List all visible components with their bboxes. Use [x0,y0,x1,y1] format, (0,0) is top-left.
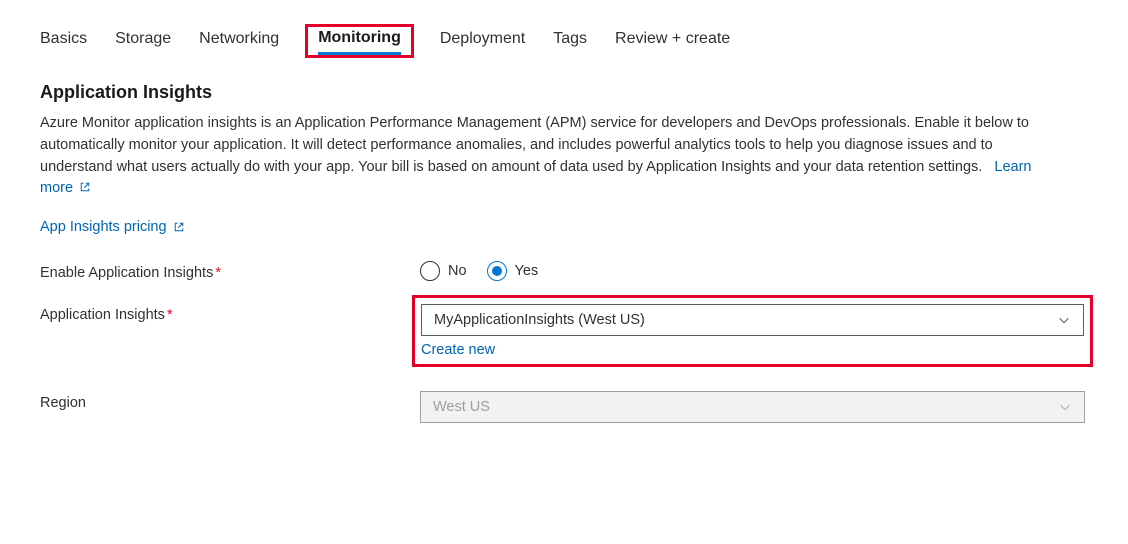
enable-label-text: Enable Application Insights [40,265,213,281]
tab-bar: Basics Storage Networking Monitoring Dep… [40,30,1088,56]
field-enable-app-insights: Enable Application Insights* No Yes [40,261,1088,281]
highlight-app-insights-field: MyApplicationInsights (West US) Create n… [412,295,1093,367]
field-app-insights-resource: Application Insights* MyApplicationInsig… [40,303,1088,381]
section-title: Application Insights [40,82,1088,103]
region-dropdown: West US [420,391,1085,423]
external-link-icon [79,181,91,193]
tab-review-create[interactable]: Review + create [615,30,730,56]
chevron-down-icon [1057,313,1071,327]
tab-storage[interactable]: Storage [115,30,171,56]
tab-deployment[interactable]: Deployment [440,30,525,56]
chevron-down-icon [1058,400,1072,414]
field-label: Application Insights* [40,303,420,323]
tab-tags[interactable]: Tags [553,30,587,56]
tab-basics[interactable]: Basics [40,30,87,56]
app-insights-dropdown[interactable]: MyApplicationInsights (West US) [421,304,1084,336]
tab-monitoring[interactable]: Monitoring [318,29,401,55]
region-value: West US [433,399,490,415]
field-label: Enable Application Insights* [40,261,420,281]
radio-option-no[interactable]: No [420,261,467,281]
radio-circle [420,261,440,281]
section-description-text: Azure Monitor application insights is an… [40,115,1029,175]
radio-dot [492,266,502,276]
region-label-text: Region [40,395,86,411]
radio-label-yes: Yes [515,263,539,279]
tab-networking[interactable]: Networking [199,30,279,56]
required-indicator: * [215,265,221,281]
ai-resource-label-text: Application Insights [40,307,165,323]
radio-circle-checked [487,261,507,281]
dropdown-selected-value: MyApplicationInsights (West US) [434,312,645,328]
radio-label-no: No [448,263,467,279]
pricing-link[interactable]: App Insights pricing [40,219,185,235]
external-link-icon [173,221,185,233]
enable-radio-group: No Yes [420,261,1085,281]
required-indicator: * [167,307,173,323]
pricing-link-label: App Insights pricing [40,219,167,235]
section-description: Azure Monitor application insights is an… [40,113,1060,200]
field-label: Region [40,391,420,411]
create-new-link[interactable]: Create new [421,342,1084,358]
field-region: Region West US [40,391,1088,423]
radio-option-yes[interactable]: Yes [487,261,539,281]
highlight-monitoring-tab: Monitoring [305,24,414,58]
